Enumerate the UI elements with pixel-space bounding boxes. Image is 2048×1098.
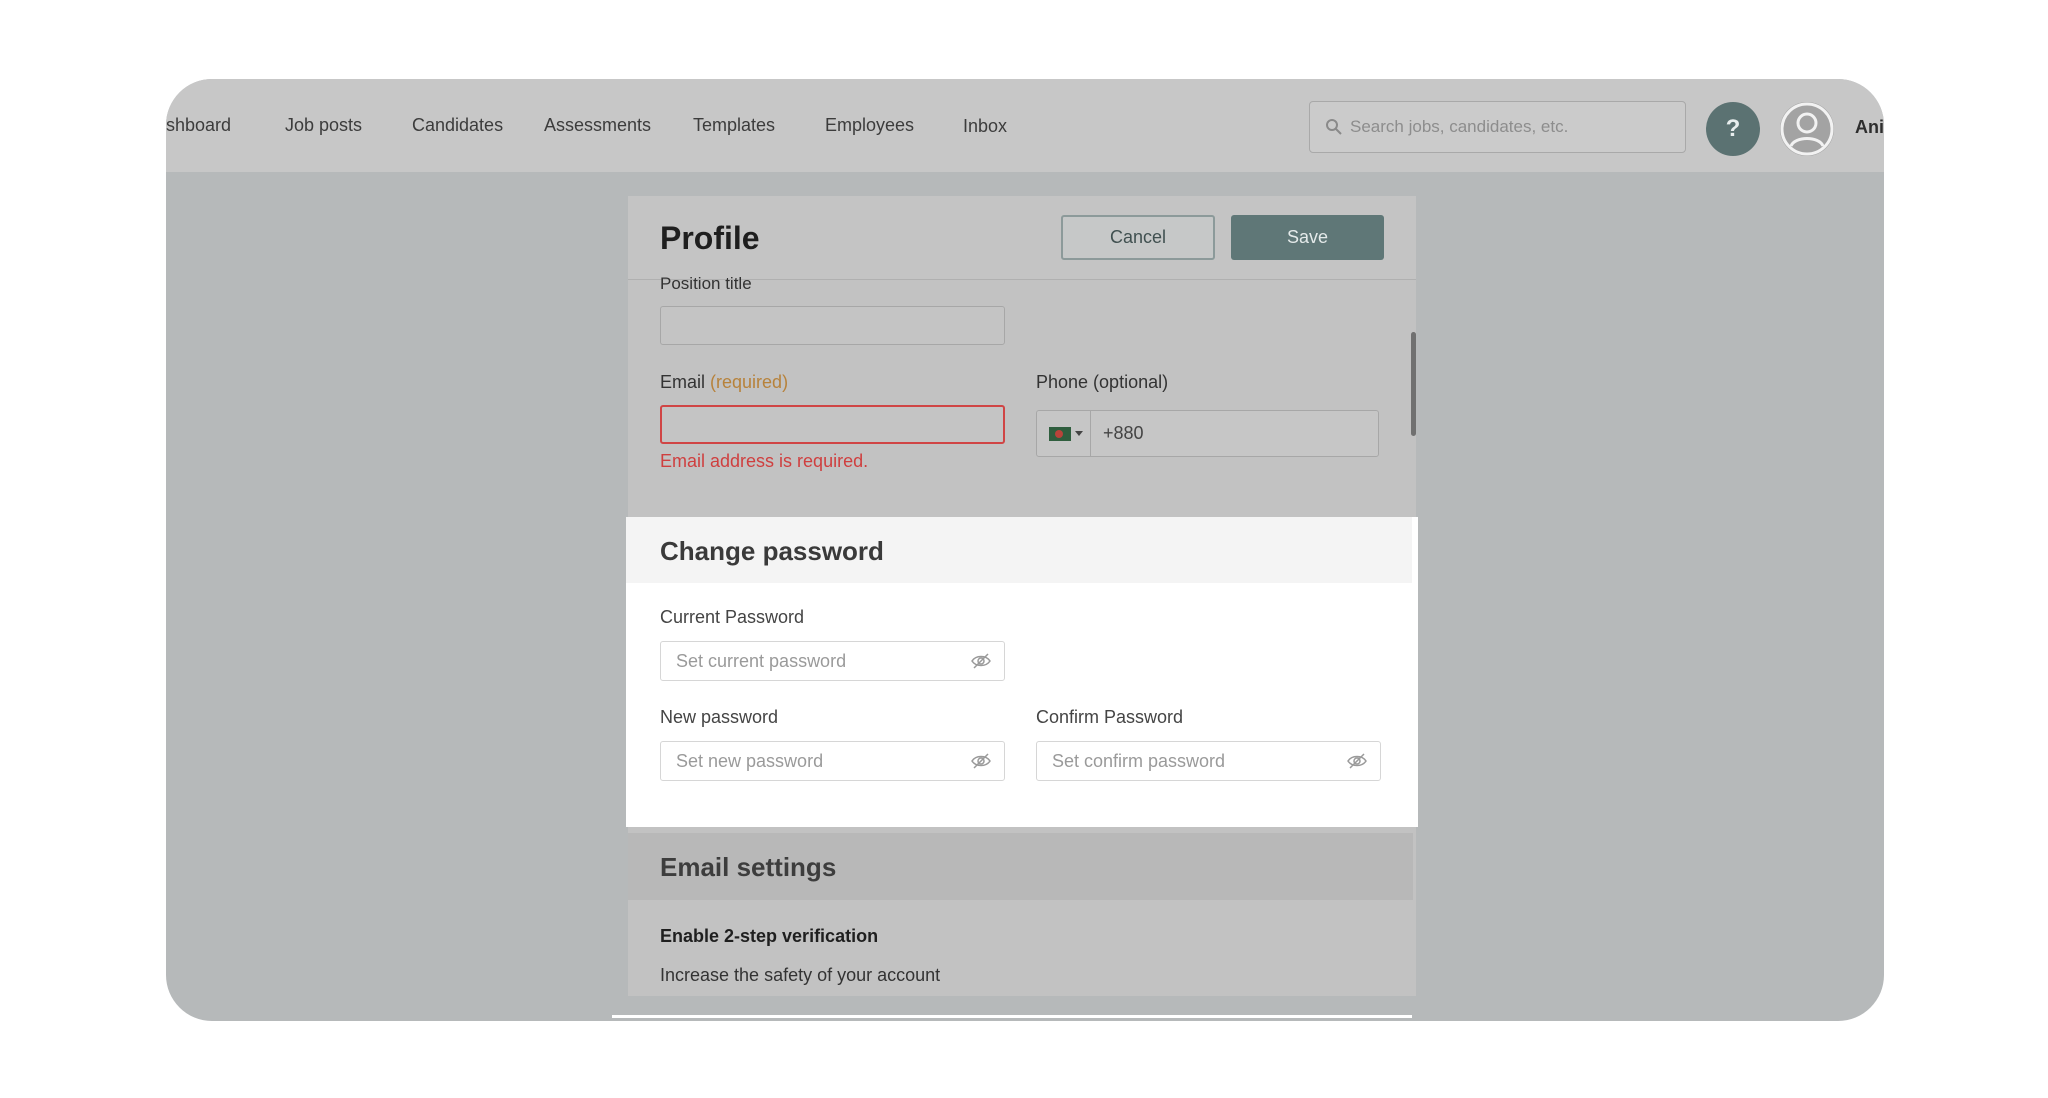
- chevron-down-icon: [1075, 431, 1083, 436]
- required-tag: (required): [710, 372, 789, 392]
- page-title: Profile: [660, 220, 760, 256]
- change-password-header: Change password: [626, 517, 1412, 583]
- phone-label: Phone (optional): [1036, 372, 1169, 392]
- position-title-label: Position title: [660, 274, 752, 293]
- modal-header: Profile Cancel Save: [628, 196, 1416, 280]
- two-step-description: Increase the safety of your account: [660, 965, 941, 985]
- bangladesh-flag-icon: [1049, 427, 1071, 441]
- position-title-input[interactable]: [660, 306, 1005, 345]
- avatar[interactable]: [1780, 102, 1834, 156]
- email-label-text: Email: [660, 372, 706, 392]
- confirm-password-placeholder: Set confirm password: [1052, 751, 1226, 771]
- user-name: Ani: [1855, 117, 1884, 137]
- search-placeholder: Search jobs, candidates, etc.: [1350, 117, 1569, 136]
- email-label: Email (required): [660, 372, 788, 393]
- email-input[interactable]: [660, 405, 1005, 444]
- new-password-placeholder: Set new password: [676, 751, 824, 771]
- nav-job-posts[interactable]: Job posts: [285, 115, 362, 136]
- divider: [612, 1015, 1412, 1018]
- nav-templates[interactable]: Templates: [693, 115, 775, 136]
- confirm-password-input[interactable]: Set confirm password: [1036, 741, 1381, 781]
- search-icon: [1326, 119, 1342, 135]
- cancel-button[interactable]: Cancel: [1061, 215, 1215, 260]
- help-button[interactable]: ?: [1706, 102, 1760, 156]
- current-password-label: Current Password: [660, 607, 805, 627]
- two-step-label: Enable 2-step verification: [660, 926, 879, 946]
- nav-employees[interactable]: Employees: [825, 115, 914, 136]
- nav-assessments[interactable]: Assessments: [544, 115, 651, 136]
- new-password-input[interactable]: Set new password: [660, 741, 1005, 781]
- change-password-title: Change password: [660, 536, 884, 566]
- top-navigation: shboard Job posts Candidates Assessments…: [166, 79, 1884, 172]
- phone-code: +880: [1103, 423, 1144, 443]
- current-password-input[interactable]: Set current password: [660, 641, 1005, 681]
- email-settings-header: Email settings: [628, 833, 1413, 900]
- nav-inbox[interactable]: Inbox: [963, 116, 1007, 137]
- eye-off-icon[interactable]: [1346, 752, 1368, 770]
- nav-candidates[interactable]: Candidates: [412, 115, 503, 136]
- modal-scrollbar[interactable]: [1411, 332, 1416, 436]
- phone-input[interactable]: +880: [1036, 410, 1379, 457]
- country-selector[interactable]: [1037, 411, 1091, 456]
- eye-off-icon[interactable]: [970, 652, 992, 670]
- email-error-message: Email address is required.: [660, 451, 869, 471]
- eye-off-icon[interactable]: [970, 752, 992, 770]
- user-icon: [1780, 102, 1834, 156]
- confirm-password-label: Confirm Password: [1036, 707, 1184, 727]
- change-password-section: Change password Current Password Set cur…: [626, 517, 1418, 827]
- current-password-placeholder: Set current password: [676, 651, 847, 671]
- new-password-label: New password: [660, 707, 779, 727]
- nav-dashboard[interactable]: shboard: [166, 115, 231, 136]
- search-input[interactable]: Search jobs, candidates, etc.: [1309, 101, 1686, 153]
- email-settings-title: Email settings: [660, 852, 837, 882]
- save-button[interactable]: Save: [1231, 215, 1384, 260]
